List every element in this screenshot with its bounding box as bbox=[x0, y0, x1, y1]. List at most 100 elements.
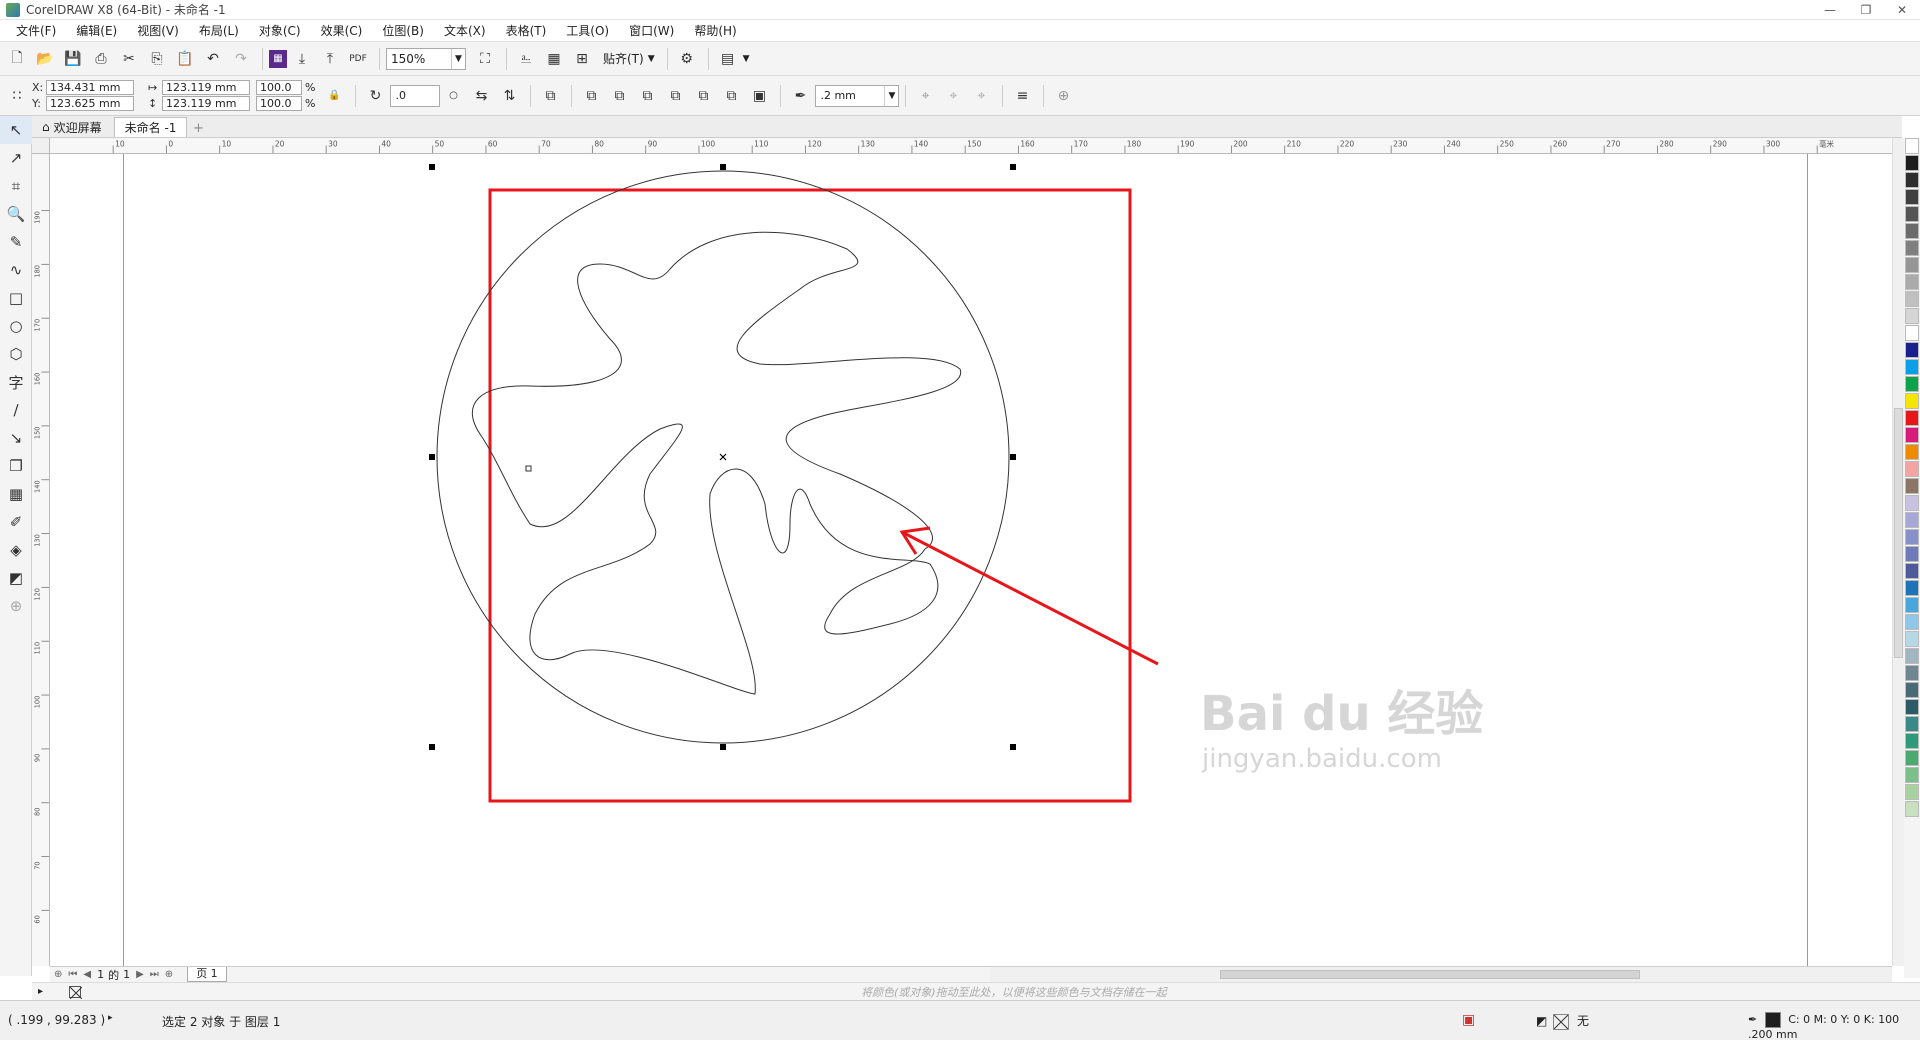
palette-swatch[interactable] bbox=[1905, 257, 1919, 273]
new-document-icon[interactable]: 🗋 bbox=[4, 46, 30, 72]
drawing-canvas[interactable]: Bai du 经验 jingyan.baidu.com bbox=[50, 154, 1892, 966]
palette-swatch[interactable] bbox=[1905, 478, 1919, 494]
export-icon[interactable]: ⤒ bbox=[317, 46, 343, 72]
add-tool-icon[interactable]: ⊕ bbox=[0, 592, 32, 620]
intersect-icon[interactable]: ⧉ bbox=[634, 83, 660, 109]
palette-swatch[interactable] bbox=[1905, 308, 1919, 324]
palette-swatch[interactable] bbox=[1905, 274, 1919, 290]
interactive-fill-icon[interactable]: ◈ bbox=[0, 536, 32, 564]
trim-icon[interactable]: ⧉ bbox=[606, 83, 632, 109]
next-page-icon[interactable]: ▶ bbox=[136, 969, 144, 980]
outline-pen-icon[interactable]: ✒ bbox=[787, 83, 813, 109]
prev-page-icon[interactable]: ◀ bbox=[83, 969, 91, 980]
vertical-scroll-thumb[interactable] bbox=[1894, 408, 1903, 658]
undo-icon[interactable]: ↶ bbox=[200, 46, 226, 72]
search-content-icon[interactable]: ▦ bbox=[269, 49, 287, 68]
horizontal-scroll-thumb[interactable] bbox=[1220, 970, 1640, 979]
palette-swatch[interactable] bbox=[1905, 291, 1919, 307]
document-palette-bar[interactable]: ▸ 将颜色(或对象)拖动至此处，以便将这些颜色与文档存储在一起 bbox=[32, 982, 1920, 1000]
restore-button[interactable]: ❐ bbox=[1848, 0, 1884, 20]
palette-swatch[interactable] bbox=[1905, 155, 1919, 171]
tab-untitled-1[interactable]: 未命名 -1 bbox=[113, 117, 188, 137]
menu-table[interactable]: 表格(T) bbox=[496, 20, 557, 42]
show-grid-icon[interactable]: ▦ bbox=[541, 46, 567, 72]
scale-x-field[interactable]: 100.0 bbox=[256, 80, 302, 95]
transparency-tool-icon[interactable]: ▦ bbox=[0, 480, 32, 508]
palette-swatch[interactable] bbox=[1905, 597, 1919, 613]
vertical-scrollbar[interactable] bbox=[1892, 138, 1904, 966]
zoom-level-select[interactable]: 150% ▼ bbox=[386, 47, 466, 70]
simplify-icon[interactable]: ⧉ bbox=[662, 83, 688, 109]
cut-icon[interactable]: ✂ bbox=[116, 46, 142, 72]
chevron-down-icon[interactable]: ▼ bbox=[743, 54, 750, 64]
palette-swatch[interactable] bbox=[1905, 223, 1919, 239]
palette-swatch[interactable] bbox=[1905, 784, 1919, 800]
palette-swatch[interactable] bbox=[1905, 529, 1919, 545]
ruler-origin[interactable] bbox=[32, 138, 50, 154]
full-screen-preview-icon[interactable]: ⛶ bbox=[472, 46, 498, 72]
minimize-button[interactable]: — bbox=[1812, 0, 1848, 20]
close-button[interactable]: ✕ bbox=[1884, 0, 1920, 20]
zoom-tool-icon[interactable]: 🔍 bbox=[0, 200, 32, 228]
drop-shadow-icon[interactable]: ❐ bbox=[0, 452, 32, 480]
new-tab-icon[interactable]: + bbox=[189, 119, 207, 137]
parallel-dimension-icon[interactable]: ∕ bbox=[0, 396, 32, 424]
vertical-ruler[interactable]: 190 180 170 160 150 140 130 120 110 100 90 80 70 60 bbox=[32, 154, 50, 966]
expand-icon[interactable]: ▸ bbox=[38, 986, 43, 997]
rotation-angle-field[interactable]: .0 bbox=[390, 84, 441, 107]
copy-icon[interactable]: ⎘ bbox=[144, 46, 170, 72]
tab-welcome-screen[interactable]: ⌂ 欢迎屏幕 bbox=[32, 117, 112, 137]
menu-file[interactable]: 文件(F) bbox=[6, 20, 66, 42]
rotate-icon[interactable]: ↻ bbox=[362, 83, 388, 109]
open-folder-icon[interactable]: 📂 bbox=[32, 46, 58, 72]
add-page-end-icon[interactable]: ⊕ bbox=[165, 969, 173, 980]
connector-tool-icon[interactable]: ↘ bbox=[0, 424, 32, 452]
palette-swatch[interactable] bbox=[1905, 563, 1919, 579]
paste-icon[interactable]: 📋 bbox=[172, 46, 198, 72]
lock-ratio-icon[interactable]: 🔒 bbox=[321, 83, 347, 109]
palette-swatch[interactable] bbox=[1905, 580, 1919, 596]
palette-swatch[interactable] bbox=[1905, 767, 1919, 783]
wavy-shape[interactable] bbox=[471, 231, 961, 695]
polygon-tool-icon[interactable]: ⬡ bbox=[0, 340, 32, 368]
shape-tool-icon[interactable]: ↗ bbox=[0, 144, 32, 172]
show-guidelines-icon[interactable]: ⊞ bbox=[569, 46, 595, 72]
pdf-icon[interactable]: PDF bbox=[345, 46, 371, 72]
options-gear-icon[interactable]: ⚙ bbox=[674, 46, 700, 72]
object-origin-icon[interactable]: ∷ bbox=[4, 83, 30, 109]
palette-swatch[interactable] bbox=[1905, 325, 1919, 341]
palette-swatch[interactable] bbox=[1905, 461, 1919, 477]
artistic-media-icon[interactable]: ∿ bbox=[0, 256, 32, 284]
palette-swatch[interactable] bbox=[1905, 359, 1919, 375]
menu-layout[interactable]: 布局(L) bbox=[189, 20, 249, 42]
palette-swatch[interactable] bbox=[1905, 240, 1919, 256]
menu-help[interactable]: 帮助(H) bbox=[684, 20, 746, 42]
palette-swatch[interactable] bbox=[1905, 393, 1919, 409]
palette-swatch[interactable] bbox=[1905, 376, 1919, 392]
palette-swatch[interactable] bbox=[1905, 410, 1919, 426]
y-position-field[interactable]: 123.625 mm bbox=[46, 96, 134, 111]
palette-swatch[interactable] bbox=[1905, 631, 1919, 647]
no-color-swatch[interactable] bbox=[69, 985, 83, 999]
horizontal-scrollbar[interactable] bbox=[990, 966, 1892, 982]
palette-swatch[interactable] bbox=[1905, 444, 1919, 460]
add-page-icon[interactable]: ⊕ bbox=[54, 969, 62, 980]
palette-swatch[interactable] bbox=[1905, 172, 1919, 188]
palette-swatch[interactable] bbox=[1905, 750, 1919, 766]
palette-swatch[interactable] bbox=[1905, 427, 1919, 443]
document-color-icon[interactable]: ▣ bbox=[1462, 1012, 1475, 1028]
last-page-icon[interactable]: ⏭ bbox=[150, 969, 159, 980]
eyedropper-icon[interactable]: ✐ bbox=[0, 508, 32, 536]
horizontal-ruler[interactable]: 10 0 10 20 30 40 50 60 70 80 90 100 110 120 130 140 150 1… bbox=[50, 138, 1892, 154]
palette-swatch[interactable] bbox=[1905, 665, 1919, 681]
palette-swatch[interactable] bbox=[1905, 716, 1919, 732]
front-minus-back-icon[interactable]: ⧉ bbox=[690, 83, 716, 109]
palette-swatch[interactable] bbox=[1905, 495, 1919, 511]
snap-to-button[interactable]: 贴齐(T) ▼ bbox=[597, 48, 661, 70]
import-icon[interactable]: ⤓ bbox=[289, 46, 315, 72]
palette-swatch[interactable] bbox=[1905, 682, 1919, 698]
fill-status[interactable]: ◩ 无 bbox=[1536, 1012, 1589, 1030]
menu-object[interactable]: 对象(C) bbox=[249, 20, 311, 42]
palette-swatch[interactable] bbox=[1905, 699, 1919, 715]
palette-swatch[interactable] bbox=[1905, 733, 1919, 749]
